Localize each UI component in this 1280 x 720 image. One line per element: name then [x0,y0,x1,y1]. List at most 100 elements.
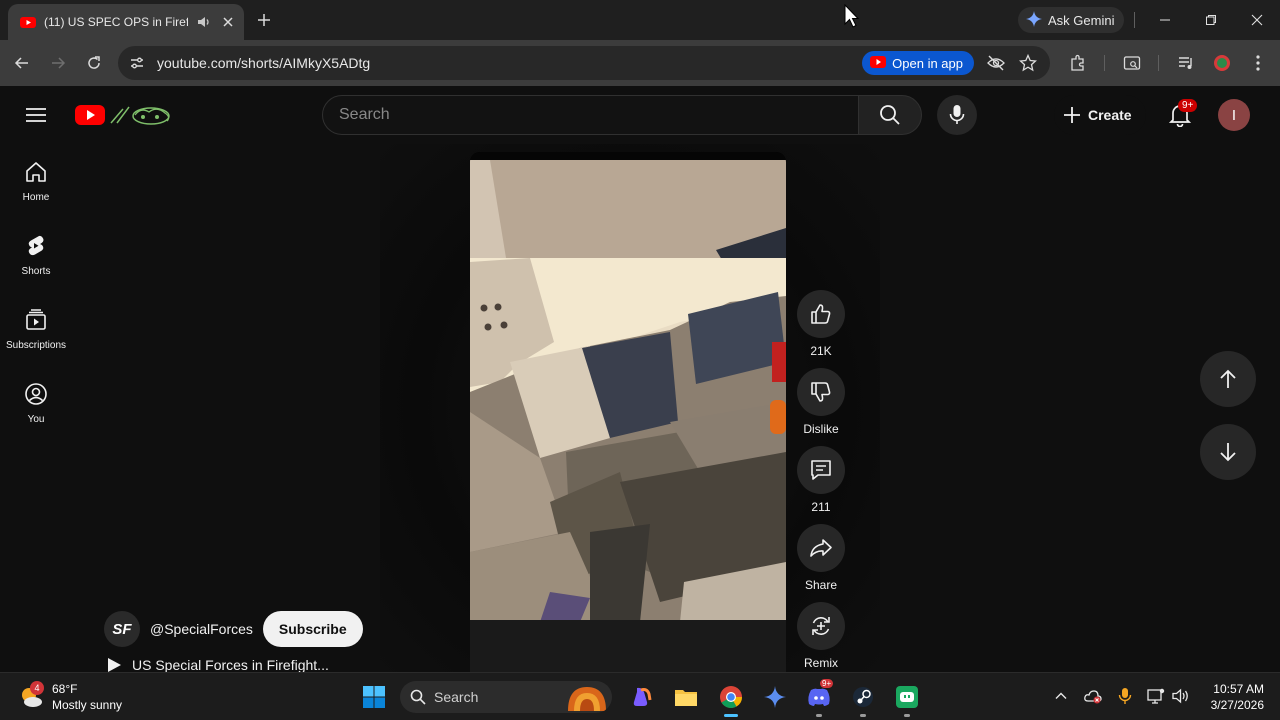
windows-logo-icon [363,686,385,708]
youtube-masthead: Create 9+ I [0,86,1280,144]
create-label: Create [1088,107,1132,123]
search-icon [410,689,426,705]
youtube-app-icon [870,55,887,71]
video-title: US Special Forces in Firefight... [132,657,329,673]
start-button[interactable] [359,682,389,712]
guide-item-subscriptions[interactable]: Subscriptions [4,292,68,362]
gemini-app-icon[interactable] [760,682,790,712]
open-in-app-button[interactable]: Open in app [862,51,974,75]
remix-button[interactable] [797,602,845,650]
youtube-logo[interactable] [75,103,177,127]
clock-time: 10:57 AM [1213,682,1264,696]
minimize-button[interactable] [1155,10,1175,30]
speaker-icon[interactable] [196,14,212,30]
chrome-icon[interactable] [716,682,746,717]
notifications-button[interactable]: 9+ [1160,95,1200,135]
taskbar-search-label: Search [434,689,479,705]
share-action: Share [796,524,846,592]
active-indicator [724,714,738,717]
create-button[interactable]: Create [1054,95,1146,135]
tab-search-icon[interactable] [1122,53,1142,73]
voice-search-button[interactable] [937,95,977,135]
share-label: Share [804,578,838,592]
tab-title: (11) US SPEC OPS in Firefight [44,15,188,29]
browser-tab-active[interactable]: (11) US SPEC OPS in Firefight [8,4,244,40]
microphone-tray-icon[interactable] [1116,687,1134,705]
channel-handle[interactable]: @SpecialForces [150,621,253,637]
channel-avatar[interactable]: SF [104,611,140,647]
extensions-icon[interactable] [1068,53,1088,73]
site-info-icon[interactable] [127,53,147,73]
onedrive-error-icon[interactable] [1084,687,1102,705]
media-controls-icon[interactable] [1176,53,1196,73]
account-avatar[interactable]: I [1218,99,1250,131]
thumbs-down-icon [811,382,831,402]
forward-button[interactable] [48,53,68,73]
tab-close-icon[interactable] [220,14,236,30]
channel-row: SF @SpecialForces Subscribe [104,611,363,647]
video-title-row[interactable]: US Special Forces in Firefight... [106,657,329,673]
search-icon [880,105,900,125]
bookmark-star-icon[interactable] [1018,53,1038,73]
search-button[interactable] [858,95,922,135]
arrow-down-icon [1220,443,1236,462]
chevron-up-icon[interactable] [1052,687,1070,705]
mouse-cursor-icon [844,3,860,30]
like-count: 21K [810,344,832,358]
taskbar-search[interactable]: Search [400,681,612,713]
reload-button[interactable] [84,53,104,73]
guide-item-you[interactable]: You [4,366,68,436]
share-button[interactable] [797,524,845,572]
weather-widget[interactable]: 4 68°F Mostly sunny [18,681,122,713]
guide-item-shorts[interactable]: Shorts [4,218,68,288]
restore-button[interactable] [1201,10,1221,30]
url-text: youtube.com/shorts/AIMkyX5ADtg [157,55,371,71]
dislike-button[interactable] [797,368,845,416]
youtube-favicon-icon [20,14,36,30]
address-bar[interactable]: youtube.com/shorts/AIMkyX5ADtg Open in a… [118,46,1050,80]
comments-button[interactable] [797,446,845,494]
discord-icon[interactable]: 9+ [804,679,834,717]
search-box[interactable] [322,95,859,135]
you-icon [25,383,47,405]
remix-icon [812,617,830,635]
profile-circle-icon[interactable] [1212,53,1232,73]
like-button[interactable] [797,290,845,338]
guide-label-home: Home [22,192,50,203]
volume-icon[interactable] [1172,687,1190,705]
comment-count: 211 [811,500,831,514]
toolbar-divider [1104,55,1105,71]
back-button[interactable] [12,53,32,73]
eye-slash-icon[interactable] [986,53,1006,73]
remix-label: Remix [803,656,838,670]
guide-menu-button[interactable] [24,103,48,127]
discord-badge: 9+ [820,679,834,688]
steam-icon[interactable] [848,682,878,717]
ask-gemini-button[interactable]: Ask Gemini [1018,7,1125,33]
copilot-icon[interactable] [627,682,657,712]
microphone-icon [949,105,965,124]
network-icon[interactable] [1147,687,1165,705]
previous-short-button[interactable] [1200,351,1256,407]
like-action: 21K [796,290,846,358]
weather-badge: 4 [30,681,44,695]
comment-icon [811,460,831,480]
close-window-button[interactable] [1247,10,1267,30]
next-short-button[interactable] [1200,424,1256,480]
weather-desc: Mostly sunny [52,698,123,712]
play-icon [108,658,121,672]
home-icon [26,162,46,182]
shorts-video-player[interactable] [470,152,786,672]
running-indicator [860,714,866,717]
messenger-app-icon[interactable] [892,682,922,717]
browser-toolbar: youtube.com/shorts/AIMkyX5ADtg Open in a… [0,40,1280,86]
guide-item-home[interactable]: Home [4,144,68,214]
running-indicator [904,714,910,717]
subscribe-button[interactable]: Subscribe [262,611,363,647]
new-tab-button[interactable] [254,10,274,30]
chrome-menu-icon[interactable] [1248,53,1268,73]
system-clock[interactable]: 10:57 AM 3/27/2026 [1198,681,1264,713]
sun-cloud-icon: 4 [18,681,44,710]
file-explorer-icon[interactable] [671,682,701,712]
search-input[interactable] [339,106,858,124]
